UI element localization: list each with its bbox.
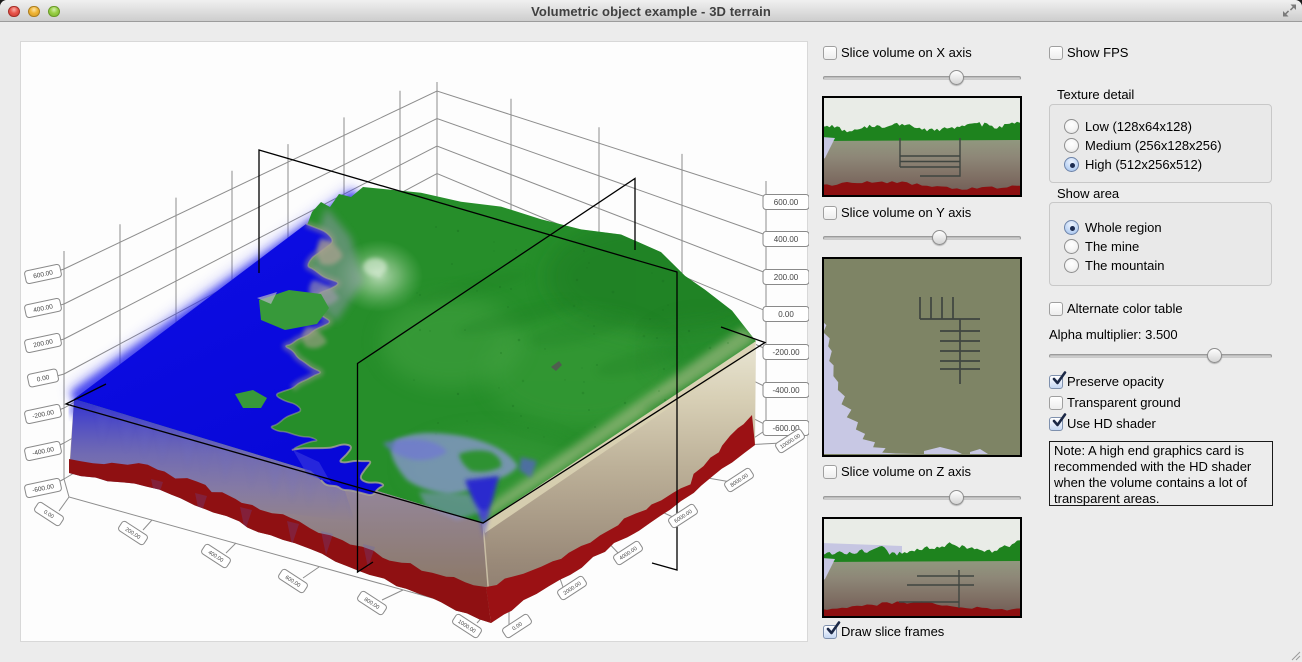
- svg-text:400.00: 400.00: [774, 235, 799, 244]
- svg-text:-200.00: -200.00: [772, 348, 800, 357]
- svg-text:0.00: 0.00: [778, 310, 794, 319]
- svg-text:-400.00: -400.00: [772, 386, 800, 395]
- svg-text:600.00: 600.00: [774, 198, 799, 207]
- svg-text:200.00: 200.00: [774, 273, 799, 282]
